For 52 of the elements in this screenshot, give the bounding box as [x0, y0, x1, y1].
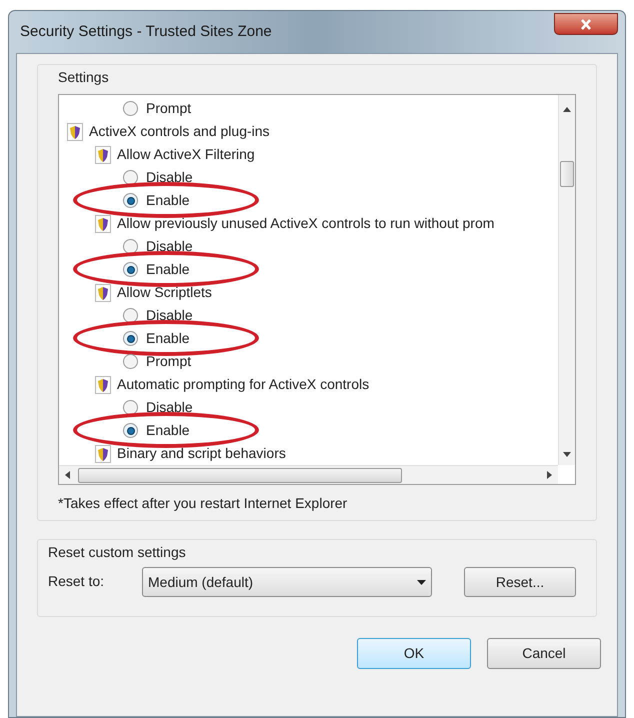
- radio-button[interactable]: [123, 308, 138, 323]
- dropdown-arrow-icon: [417, 580, 426, 584]
- shield-icon: [95, 444, 111, 462]
- restart-note: *Takes effect after you restart Internet Explorer: [58, 494, 348, 513]
- radio-button[interactable]: [123, 239, 138, 254]
- close-icon: [580, 18, 592, 30]
- scroll-thumb[interactable]: [560, 161, 574, 187]
- shield-icon: [95, 376, 111, 394]
- setting-label: Automatic prompting for ActiveX controls: [117, 375, 370, 394]
- option-label: Prompt: [146, 99, 192, 118]
- shield-icon: [95, 284, 111, 302]
- radio-button[interactable]: [123, 101, 138, 116]
- shield-icon: [67, 122, 83, 140]
- right-arrow-icon: [547, 471, 552, 479]
- left-arrow-icon: [65, 471, 70, 479]
- radio-button[interactable]: [123, 331, 138, 346]
- radio-button[interactable]: [123, 423, 138, 438]
- setting-label: Allow previously unused ActiveX controls to run without prom: [117, 214, 494, 233]
- group-label: Reset custom settings: [48, 543, 187, 562]
- field-label: Reset to:: [48, 572, 106, 591]
- down-arrow-icon: [563, 452, 571, 457]
- option-label: Enable: [146, 329, 190, 348]
- option-label: Enable: [146, 421, 190, 440]
- setting-label: Allow ActiveX Filtering: [117, 145, 255, 164]
- radio-button[interactable]: [123, 354, 138, 369]
- scroll-thumb[interactable]: [78, 468, 402, 482]
- close-button[interactable]: [554, 13, 618, 35]
- radio-button[interactable]: [123, 400, 138, 415]
- group-label: Settings: [58, 68, 110, 87]
- option-label: Disable: [146, 237, 193, 256]
- vertical-scrollbar[interactable]: [558, 95, 575, 465]
- reset-level-dropdown[interactable]: Medium (default): [142, 567, 432, 597]
- option-label: Disable: [146, 398, 193, 417]
- option-label: Enable: [146, 191, 190, 210]
- option-label: Prompt: [146, 352, 192, 371]
- shield-icon: [95, 146, 111, 164]
- category-label: ActiveX controls and plug-ins: [89, 122, 270, 141]
- setting-label: Binary and script behaviors: [117, 444, 286, 463]
- reset-button[interactable]: Reset...: [464, 567, 576, 597]
- dialog-button[interactable]: OK: [357, 638, 471, 669]
- option-label: Enable: [146, 260, 190, 279]
- radio-button[interactable]: [123, 170, 138, 185]
- radio-button[interactable]: [123, 262, 138, 277]
- setting-label: Allow Scriptlets: [117, 283, 212, 302]
- shield-icon: [95, 214, 111, 232]
- up-arrow-icon: [563, 107, 571, 112]
- horizontal-scrollbar[interactable]: [59, 465, 558, 484]
- option-label: Disable: [146, 168, 193, 187]
- dialog-button[interactable]: Cancel: [487, 638, 601, 669]
- option-label: Disable: [146, 306, 193, 325]
- radio-button[interactable]: [123, 193, 138, 208]
- window-title: Security Settings - Trusted Sites Zone: [20, 22, 272, 42]
